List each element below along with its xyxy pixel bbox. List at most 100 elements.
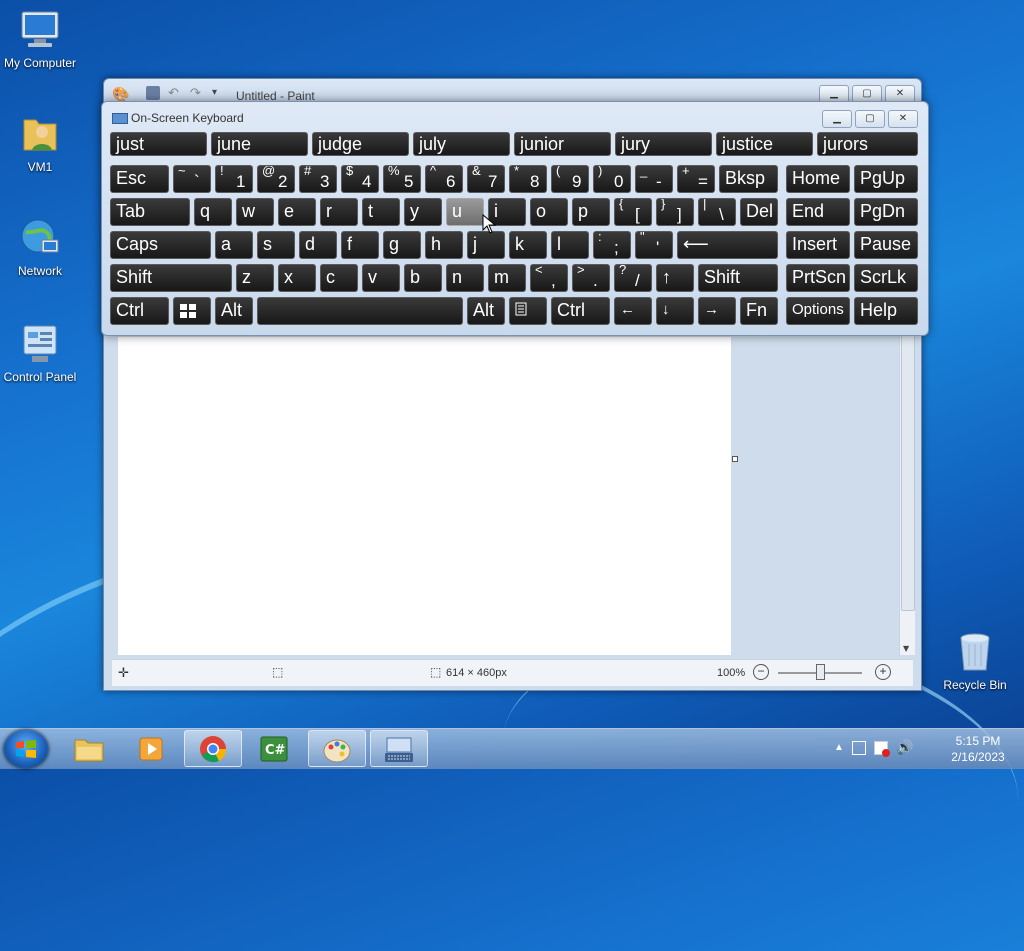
key-p[interactable]: p: [572, 198, 610, 226]
undo-icon[interactable]: ↶: [168, 85, 179, 101]
key-2[interactable]: @2: [257, 165, 295, 193]
canvas-resize-handle[interactable]: [732, 456, 738, 462]
key-backslash[interactable]: | \: [698, 198, 736, 226]
prediction-key[interactable]: july: [413, 132, 510, 156]
key-backspace[interactable]: Bksp: [719, 165, 778, 193]
key-4[interactable]: $4: [341, 165, 379, 193]
key-arrow-right[interactable]: →: [698, 297, 736, 325]
key-ctrl-right[interactable]: Ctrl: [551, 297, 610, 325]
key-shift-right[interactable]: Shift: [698, 264, 778, 292]
clock-date[interactable]: 2/16/2023: [938, 750, 1018, 764]
taskbar-on-screen-keyboard[interactable]: [370, 730, 428, 767]
key-fn[interactable]: Fn: [740, 297, 778, 325]
key-z[interactable]: z: [236, 264, 274, 292]
key-q[interactable]: q: [194, 198, 232, 226]
key-l[interactable]: l: [551, 231, 589, 259]
key-right-bracket[interactable]: }]: [656, 198, 694, 226]
key-g[interactable]: g: [383, 231, 421, 259]
prediction-key[interactable]: just: [110, 132, 207, 156]
key-minus[interactable]: _ -: [635, 165, 673, 193]
key-shift-left[interactable]: Shift: [110, 264, 232, 292]
key-insert[interactable]: Insert: [786, 231, 850, 259]
taskbar-csharp-app[interactable]: C#: [246, 730, 304, 767]
save-icon[interactable]: [146, 86, 160, 100]
prediction-key[interactable]: justice: [716, 132, 813, 156]
key-a[interactable]: a: [215, 231, 253, 259]
osk-maximize-button[interactable]: ▢: [855, 110, 885, 128]
key-arrow-down[interactable]: ↓: [656, 297, 694, 325]
zoom-slider-thumb[interactable]: [816, 664, 825, 680]
key-8[interactable]: * 8: [509, 165, 547, 193]
key-t[interactable]: t: [362, 198, 400, 226]
key-alt-right[interactable]: Alt: [467, 297, 505, 325]
key-options[interactable]: Options: [786, 297, 850, 325]
action-center-icon[interactable]: [874, 741, 890, 757]
osk-minimize-button[interactable]: ▁: [822, 110, 852, 128]
prediction-key[interactable]: jurors: [817, 132, 918, 156]
volume-icon[interactable]: 🔊: [896, 739, 913, 756]
key-backtick[interactable]: ~ `: [173, 165, 211, 193]
key-w[interactable]: w: [236, 198, 274, 226]
drawing-canvas[interactable]: [118, 337, 731, 655]
start-button[interactable]: [4, 730, 48, 768]
desktop-icon-network[interactable]: Network: [0, 216, 80, 278]
key-k[interactable]: k: [509, 231, 547, 259]
key-help[interactable]: Help: [854, 297, 918, 325]
key-1[interactable]: ! 1: [215, 165, 253, 193]
prediction-key[interactable]: junior: [514, 132, 611, 156]
key-6[interactable]: ^ 6: [425, 165, 463, 193]
key-caps[interactable]: Caps: [110, 231, 211, 259]
key-f[interactable]: f: [341, 231, 379, 259]
desktop-icon-vm1[interactable]: VM1: [0, 112, 80, 174]
key-windows[interactable]: [173, 297, 211, 325]
key-esc[interactable]: Esc: [110, 165, 169, 193]
key-y[interactable]: y: [404, 198, 442, 226]
key-c[interactable]: c: [320, 264, 358, 292]
redo-icon[interactable]: ↷: [190, 85, 201, 101]
key-menu[interactable]: [509, 297, 547, 325]
taskbar-explorer[interactable]: [60, 730, 118, 767]
key-u[interactable]: u: [446, 198, 484, 226]
key-x[interactable]: x: [278, 264, 316, 292]
key-scrlk[interactable]: ScrLk: [854, 264, 918, 292]
desktop-icon-control-panel[interactable]: Control Panel: [0, 322, 80, 384]
key-m[interactable]: m: [488, 264, 526, 292]
key-arrow-up[interactable]: ↑: [656, 264, 694, 292]
key-3[interactable]: #3: [299, 165, 337, 193]
key-h[interactable]: h: [425, 231, 463, 259]
key-pgdn[interactable]: PgDn: [854, 198, 918, 226]
key-o[interactable]: o: [530, 198, 568, 226]
key-prtscn[interactable]: PrtScn: [786, 264, 850, 292]
key-v[interactable]: v: [362, 264, 400, 292]
key-7[interactable]: & 7: [467, 165, 505, 193]
key-home[interactable]: Home: [786, 165, 850, 193]
key-slash[interactable]: ? /: [614, 264, 652, 292]
key-left-bracket[interactable]: {[: [614, 198, 652, 226]
scrollbar-thumb[interactable]: [901, 319, 915, 611]
key-alt-left[interactable]: Alt: [215, 297, 253, 325]
taskbar-paint[interactable]: [308, 730, 366, 767]
key-d[interactable]: d: [299, 231, 337, 259]
key-del[interactable]: Del: [740, 198, 778, 226]
key-0[interactable]: ) 0: [593, 165, 631, 193]
prediction-key[interactable]: jury: [615, 132, 712, 156]
key-pgup[interactable]: PgUp: [854, 165, 918, 193]
key-equals[interactable]: + =: [677, 165, 715, 193]
clock-time[interactable]: 5:15 PM: [938, 734, 1018, 748]
taskbar-chrome[interactable]: [184, 730, 242, 767]
desktop-icon-my-computer[interactable]: My Computer: [0, 8, 80, 70]
key-arrow-left[interactable]: ←: [614, 297, 652, 325]
key-r[interactable]: r: [320, 198, 358, 226]
key-ctrl-left[interactable]: Ctrl: [110, 297, 169, 325]
prediction-key[interactable]: june: [211, 132, 308, 156]
key-b[interactable]: b: [404, 264, 442, 292]
key-tab[interactable]: Tab: [110, 198, 190, 226]
vertical-scrollbar[interactable]: ▼: [899, 319, 915, 655]
zoom-in-button[interactable]: +: [875, 664, 891, 680]
key-period[interactable]: >.: [572, 264, 610, 292]
scroll-down-icon[interactable]: ▼: [903, 644, 909, 653]
quick-access-dropdown-icon[interactable]: ▾: [212, 87, 217, 98]
prediction-key[interactable]: judge: [312, 132, 409, 156]
zoom-out-button[interactable]: −: [753, 664, 769, 680]
show-hidden-icons-icon[interactable]: ▲: [834, 742, 844, 753]
